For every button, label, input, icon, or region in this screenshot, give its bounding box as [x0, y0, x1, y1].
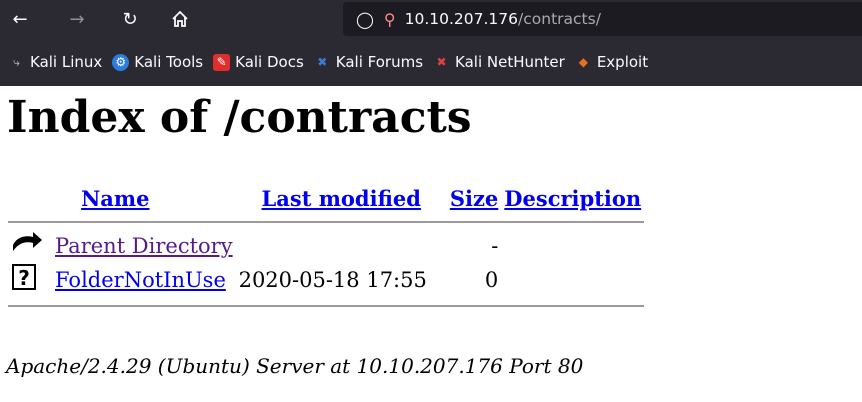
table-row: Parent Directory -	[8, 229, 644, 262]
header-row: Name Last modified Size Description	[8, 184, 644, 213]
name-column-header: Name	[52, 184, 236, 213]
sort-by-size-link[interactable]: Size	[450, 186, 498, 211]
size-column-header: Size	[447, 184, 501, 213]
description-cell	[501, 229, 644, 262]
bookmark-label: Kali Docs	[235, 53, 304, 71]
description-column-header: Description	[501, 184, 644, 213]
unknown-file-svg: ?	[12, 264, 36, 290]
url-host: 10.10.207.176	[404, 10, 519, 28]
kali-tools-icon: ⚙	[112, 53, 130, 71]
kali-dragon-icon: ⤷	[13, 54, 20, 69]
kali-forums-icon: ✖	[317, 55, 328, 69]
bookmark-label: Exploit	[596, 53, 649, 71]
unknown-file-icon: ?	[8, 262, 52, 297]
size-cell: -	[491, 233, 499, 258]
bookmark-kali-forums[interactable]: ✖ Kali Forums	[314, 53, 423, 71]
modified-cell	[236, 229, 447, 262]
table-row: ? FolderNotInUse 2020-05-18 17:55 0	[8, 262, 644, 297]
separator-row	[8, 297, 645, 313]
back-arrow-icon[interactable]: ←	[5, 4, 35, 34]
parent-directory-link[interactable]: Parent Directory	[55, 234, 233, 258]
bookmark-label: Kali Forums	[335, 53, 424, 71]
home-icon[interactable]	[165, 4, 195, 34]
sort-by-name-link[interactable]: Name	[81, 186, 149, 211]
page-title: Index of /contracts	[7, 92, 472, 143]
back-arrow-icon	[8, 229, 52, 262]
bookmarks-toolbar: ⤷ Kali Linux ⚙ Kali Tools ✎ Kali Docs ✖ …	[0, 38, 862, 86]
sort-by-modified-link[interactable]: Last modified	[262, 186, 421, 211]
exploit-db-icon: ◆	[578, 55, 588, 69]
directory-listing: Name Last modified Size Description Pare…	[8, 184, 645, 313]
server-signature: Apache/2.4.29 (Ubuntu) Server at 10.10.2…	[6, 354, 584, 378]
browser-navbar: ← → ↻ ◯ ⚲ 10.10.207.176/contracts/	[0, 0, 862, 38]
size-cell: 0	[484, 267, 499, 292]
bookmark-label: Kali Tools	[134, 53, 204, 71]
separator	[8, 297, 645, 313]
description-cell	[501, 262, 644, 297]
sort-by-description-link[interactable]: Description	[504, 186, 641, 211]
bookmark-kali-nethunter[interactable]: ✖ Kali NetHunter	[433, 53, 565, 71]
svg-text:?: ?	[18, 266, 30, 290]
name-cell: Parent Directory	[52, 229, 236, 262]
forward-arrow-icon[interactable]: →	[62, 4, 92, 34]
shield-icon[interactable]: ◯	[356, 10, 374, 29]
separator	[8, 213, 645, 229]
folder-not-in-use-link[interactable]: FolderNotInUse	[55, 268, 226, 292]
bookmark-kali-docs[interactable]: ✎ Kali Docs	[213, 53, 304, 71]
home-icon-svg	[172, 10, 188, 27]
insecure-lock-icon[interactable]: ⚲	[384, 10, 396, 29]
kali-docs-icon: ✎	[213, 53, 231, 71]
kali-nethunter-icon: ✖	[436, 55, 447, 69]
modified-column-header: Last modified	[236, 184, 447, 213]
bookmark-kali-linux[interactable]: ⤷ Kali Linux	[8, 53, 102, 71]
reload-icon[interactable]: ↻	[115, 4, 145, 34]
back-arrow-svg	[13, 232, 42, 251]
bookmark-kali-tools[interactable]: ⚙ Kali Tools	[112, 53, 203, 71]
name-cell: FolderNotInUse	[52, 262, 236, 297]
separator-row	[8, 213, 645, 229]
modified-cell: 2020-05-18 17:55	[238, 267, 427, 292]
bookmark-label: Kali NetHunter	[455, 53, 565, 71]
bookmark-exploit[interactable]: ◆ Exploit	[575, 53, 648, 71]
url-path: /contracts/	[518, 10, 601, 28]
url-bar[interactable]: ◯ ⚲ 10.10.207.176/contracts/	[343, 2, 862, 36]
icon-column-header	[8, 184, 52, 213]
bookmark-label: Kali Linux	[30, 53, 103, 71]
